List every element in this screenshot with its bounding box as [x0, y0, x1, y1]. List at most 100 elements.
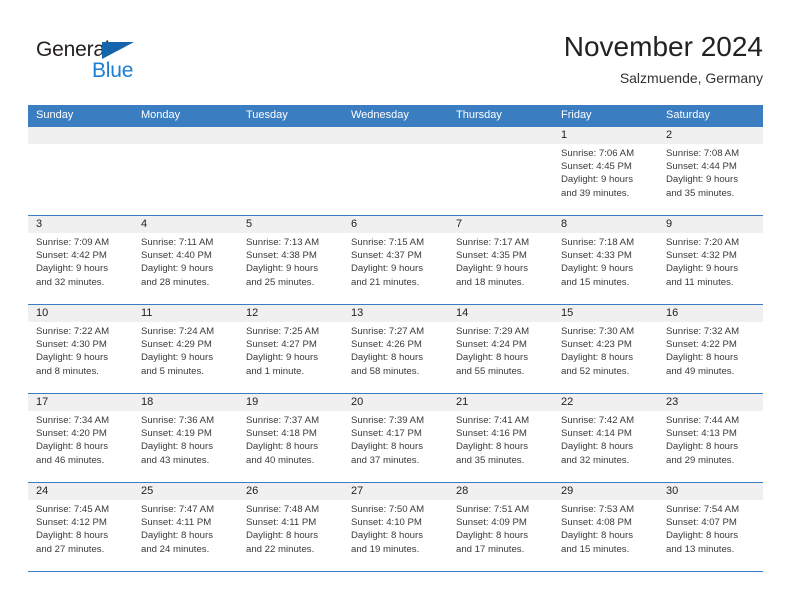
day-info-line: Sunset: 4:16 PM [456, 428, 527, 440]
day-number: 16 [658, 305, 763, 322]
day-info-line: Daylight: 8 hours [666, 352, 738, 364]
calendar-day-cell[interactable]: 8 Sunrise: 7:18 AM Sunset: 4:33 PM Daylight… [553, 216, 658, 304]
calendar-day-cell[interactable]: 10 Sunrise: 7:22 AM Sunset: 4:30 PM Dayligh… [28, 305, 133, 393]
calendar-day-cell[interactable]: 23 Sunrise: 7:44 AM Sunset: 4:13 PM Dayligh… [658, 394, 763, 482]
calendar-day-cell[interactable]: 12 Sunrise: 7:25 AM Sunset: 4:27 PM Dayligh… [238, 305, 343, 393]
calendar-day-cell[interactable]: 11 Sunrise: 7:24 AM Sunset: 4:29 PM Dayligh… [133, 305, 238, 393]
calendar-day-cell[interactable]: 9 Sunrise: 7:20 AM Sunset: 4:32 PM Daylight… [658, 216, 763, 304]
day-number: 20 [343, 394, 448, 411]
calendar-day-cell[interactable]: 29 Sunrise: 7:53 AM Sunset: 4:08 PM Dayligh… [553, 483, 658, 571]
calendar-grid: Sunday Monday Tuesday Wednesday Thursday Frid… [28, 105, 763, 572]
calendar-day-cell[interactable]: 1 Sunrise: 7:06 AM Sunset: 4:45 PM Daylight… [553, 127, 658, 215]
day-number: 21 [448, 394, 553, 411]
day-info-line: and 29 minutes. [666, 454, 735, 466]
calendar-day-cell[interactable]: 13 Sunrise: 7:27 AM Sunset: 4:26 PM Dayligh… [343, 305, 448, 393]
day-sun-info: Sunrise: 7:22 AM Sunset: 4:30 PM Daylight:… [28, 322, 133, 378]
calendar-day-cell[interactable]: 6 Sunrise: 7:15 AM Sunset: 4:37 PM Daylight… [343, 216, 448, 304]
day-number: 29 [553, 483, 658, 500]
day-info-line: and 40 minutes. [246, 454, 315, 466]
calendar-day-cell[interactable]: 21 Sunrise: 7:41 AM Sunset: 4:16 PM Dayligh… [448, 394, 553, 482]
day-info-line: Sunrise: 7:29 AM [456, 326, 530, 337]
calendar-day-cell[interactable]: 7 Sunrise: 7:17 AM Sunset: 4:35 PM Daylight… [448, 216, 553, 304]
day-info-line: Sunset: 4:11 PM [246, 517, 317, 529]
calendar-day-cell[interactable]: 26 Sunrise: 7:48 AM Sunset: 4:11 PM Dayligh… [238, 483, 343, 571]
calendar-day-cell[interactable]: 19 Sunrise: 7:37 AM Sunset: 4:18 PM Dayligh… [238, 394, 343, 482]
brand-logo[interactable]: General Blue [36, 38, 156, 84]
day-sun-info: Sunrise: 7:42 AM Sunset: 4:14 PM Daylight:… [553, 411, 658, 467]
day-number: 8 [553, 216, 658, 233]
day-info-line: and 52 minutes. [561, 365, 630, 377]
day-number: 13 [343, 305, 448, 322]
day-info-line: Daylight: 8 hours [561, 352, 633, 364]
title-block: November 2024 Salzmuende, Germany [564, 30, 763, 88]
calendar-day-cell[interactable]: 2 Sunrise: 7:08 AM Sunset: 4:44 PM Daylight… [658, 127, 763, 215]
day-info-line: Daylight: 8 hours [351, 530, 423, 542]
day-info-line: and 43 minutes. [141, 454, 210, 466]
day-info-line: and 49 minutes. [666, 365, 735, 377]
day-info-line: Sunset: 4:09 PM [456, 517, 527, 529]
calendar-day-cell[interactable]: 18 Sunrise: 7:36 AM Sunset: 4:19 PM Dayligh… [133, 394, 238, 482]
calendar-day-cell[interactable]: 14 Sunrise: 7:29 AM Sunset: 4:24 PM Dayligh… [448, 305, 553, 393]
day-number: 10 [28, 305, 133, 322]
day-sun-info: Sunrise: 7:27 AM Sunset: 4:26 PM Daylight:… [343, 322, 448, 378]
calendar-day-cell[interactable]: 17 Sunrise: 7:34 AM Sunset: 4:20 PM Dayligh… [28, 394, 133, 482]
day-sun-info: Sunrise: 7:37 AM Sunset: 4:18 PM Daylight:… [238, 411, 343, 467]
calendar-day-cell[interactable]: 25 Sunrise: 7:47 AM Sunset: 4:11 PM Dayligh… [133, 483, 238, 571]
day-info-line: Daylight: 9 hours [561, 174, 633, 186]
day-sun-info: Sunrise: 7:06 AM Sunset: 4:45 PM Daylight:… [553, 144, 658, 200]
day-info-line: and 35 minutes. [456, 454, 525, 466]
day-info-line: Sunrise: 7:08 AM [666, 148, 740, 159]
day-sun-info: Sunrise: 7:08 AM Sunset: 4:44 PM Daylight:… [658, 144, 763, 200]
calendar-day-cell[interactable]: 27 Sunrise: 7:50 AM Sunset: 4:10 PM Dayligh… [343, 483, 448, 571]
day-info-line: and 37 minutes. [351, 454, 420, 466]
day-info-line: Daylight: 8 hours [36, 441, 108, 453]
weekday-header-row: Sunday Monday Tuesday Wednesday Thursday Frid… [28, 105, 763, 126]
calendar-day-cell[interactable]: 3 Sunrise: 7:09 AM Sunset: 4:42 PM Daylight… [28, 216, 133, 304]
day-info-line: Sunrise: 7:54 AM [666, 504, 740, 515]
calendar-day-cell[interactable]: 20 Sunrise: 7:39 AM Sunset: 4:17 PM Dayligh… [343, 394, 448, 482]
day-number: 9 [658, 216, 763, 233]
day-info-line: Sunrise: 7:17 AM [456, 237, 530, 248]
calendar-day-cell-empty [28, 127, 133, 215]
day-info-line: Daylight: 9 hours [666, 263, 738, 275]
day-info-line: Sunset: 4:37 PM [351, 250, 422, 262]
weekday-header-tuesday: Tuesday [246, 109, 288, 121]
day-info-line: Daylight: 9 hours [36, 263, 108, 275]
day-info-line: Daylight: 8 hours [666, 530, 738, 542]
day-sun-info: Sunrise: 7:48 AM Sunset: 4:11 PM Daylight:… [238, 500, 343, 556]
day-info-line: Sunset: 4:07 PM [666, 517, 737, 529]
day-info-line: Sunrise: 7:42 AM [561, 415, 635, 426]
day-number: 18 [133, 394, 238, 411]
calendar-day-cell[interactable]: 30 Sunrise: 7:54 AM Sunset: 4:07 PM Dayligh… [658, 483, 763, 571]
day-sun-info: Sunrise: 7:51 AM Sunset: 4:09 PM Daylight:… [448, 500, 553, 556]
day-info-line: Daylight: 8 hours [561, 441, 633, 453]
day-number: 5 [238, 216, 343, 233]
day-info-line: Daylight: 9 hours [456, 263, 528, 275]
day-info-line: Sunset: 4:35 PM [456, 250, 527, 262]
day-info-line: Sunset: 4:23 PM [561, 339, 632, 351]
day-sun-info: Sunrise: 7:39 AM Sunset: 4:17 PM Daylight:… [343, 411, 448, 467]
day-number: 15 [553, 305, 658, 322]
calendar-week-row: 24 Sunrise: 7:45 AM Sunset: 4:12 PM Dayligh… [28, 482, 763, 572]
calendar-week-row: 17 Sunrise: 7:34 AM Sunset: 4:20 PM Dayligh… [28, 393, 763, 482]
calendar-day-cell[interactable]: 22 Sunrise: 7:42 AM Sunset: 4:14 PM Dayligh… [553, 394, 658, 482]
day-info-line: Daylight: 9 hours [36, 352, 108, 364]
day-sun-info: Sunrise: 7:47 AM Sunset: 4:11 PM Daylight:… [133, 500, 238, 556]
day-sun-info: Sunrise: 7:09 AM Sunset: 4:42 PM Daylight:… [28, 233, 133, 289]
calendar-day-cell[interactable]: 16 Sunrise: 7:32 AM Sunset: 4:22 PM Dayligh… [658, 305, 763, 393]
day-sun-info: Sunrise: 7:13 AM Sunset: 4:38 PM Daylight:… [238, 233, 343, 289]
calendar-day-cell[interactable]: 5 Sunrise: 7:13 AM Sunset: 4:38 PM Daylight… [238, 216, 343, 304]
day-info-line: Sunset: 4:29 PM [141, 339, 212, 351]
day-info-line: Daylight: 8 hours [351, 352, 423, 364]
day-info-line: and 35 minutes. [666, 187, 735, 199]
day-info-line: Sunset: 4:44 PM [666, 161, 737, 173]
day-info-line: and 21 minutes. [351, 276, 420, 288]
calendar-day-cell[interactable]: 4 Sunrise: 7:11 AM Sunset: 4:40 PM Daylight… [133, 216, 238, 304]
day-info-line: and 15 minutes. [561, 276, 630, 288]
day-number: 23 [658, 394, 763, 411]
day-sun-info [448, 144, 553, 147]
day-info-line: Daylight: 8 hours [456, 352, 528, 364]
calendar-day-cell[interactable]: 28 Sunrise: 7:51 AM Sunset: 4:09 PM Dayligh… [448, 483, 553, 571]
calendar-day-cell[interactable]: 24 Sunrise: 7:45 AM Sunset: 4:12 PM Dayligh… [28, 483, 133, 571]
calendar-day-cell[interactable]: 15 Sunrise: 7:30 AM Sunset: 4:23 PM Dayligh… [553, 305, 658, 393]
